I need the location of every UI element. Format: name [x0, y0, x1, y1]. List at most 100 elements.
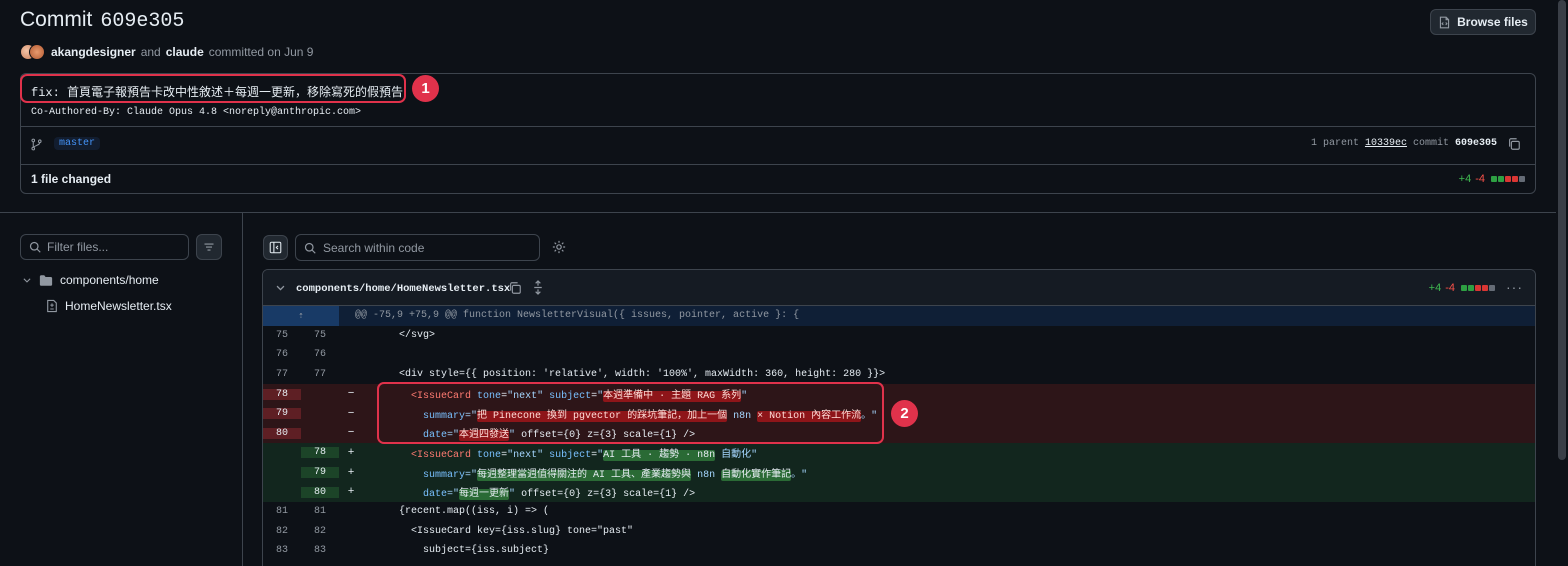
- filter-icon: [204, 243, 214, 251]
- coauthor-link[interactable]: claude: [166, 45, 204, 59]
- code-attr: date: [423, 489, 448, 501]
- file-diff-icon: [47, 299, 57, 313]
- new-line-number[interactable]: 81: [301, 506, 339, 518]
- commit-sha: 609e305: [1454, 138, 1497, 149]
- old-line-number[interactable]: 80: [263, 427, 301, 439]
- hunk-text: @@ -75,9 +75,9 @@ function NewsletterVis…: [355, 310, 800, 322]
- chevron-down-icon: [23, 278, 31, 283]
- divider: [242, 213, 243, 566]
- diff-line: 81 81 {recent.map((iss, i) => (: [263, 502, 1535, 522]
- old-line-number[interactable]: 77: [263, 369, 301, 381]
- new-line-number[interactable]: 82: [301, 525, 339, 537]
- commit-page: Commit 609e305 Browse files akangdesigne…: [0, 0, 1568, 566]
- diffstat-blocks: [1461, 285, 1495, 291]
- new-line-number[interactable]: 79: [301, 467, 339, 479]
- old-line-number[interactable]: 79: [263, 408, 301, 420]
- sidebar-collapse-icon: [269, 241, 282, 254]
- parent-info: 1 parent 10339ec commit 609e305: [1311, 138, 1497, 149]
- commit-word: commit: [1412, 138, 1449, 149]
- toggle-file-tree-button[interactable]: [263, 235, 288, 260]
- diffstat-block: [1482, 285, 1488, 291]
- hunk-header: ⇡ @@ -75,9 +75,9 @@ function NewsletterV…: [263, 306, 1535, 326]
- diffstat-block: [1512, 176, 1518, 182]
- old-line-number[interactable]: 75: [263, 329, 301, 341]
- diff-stat: +4 -4: [1459, 173, 1525, 185]
- code-string: =": [465, 469, 478, 481]
- avatar-group[interactable]: [20, 44, 46, 60]
- code-attr: subject: [549, 449, 592, 461]
- copy-icon[interactable]: [508, 281, 522, 295]
- git-branch-icon: [31, 138, 42, 151]
- kebab-menu-icon[interactable]: ···: [1506, 279, 1523, 295]
- added-line: 79 + summary="每週整理當週值得關注的 AI 工具、產業趨勢與 n8…: [263, 462, 1535, 483]
- new-line-number[interactable]: 77: [301, 369, 339, 381]
- added-line: 78 + <IssueCard tone="next" subject="AI …: [263, 443, 1535, 463]
- diffstat-block: [1498, 176, 1504, 182]
- changed-text: 每週整理當週值得關注的 AI 工具、產業趨勢與: [477, 469, 692, 481]
- search-code-input[interactable]: Search within code: [295, 234, 540, 261]
- diffstat-block: [1491, 176, 1497, 182]
- chevron-down-icon[interactable]: [275, 282, 286, 293]
- changed-text: 每週一更新: [459, 489, 510, 501]
- old-line-number[interactable]: 81: [263, 506, 301, 518]
- new-line-number[interactable]: 80: [301, 486, 339, 498]
- new-line-number[interactable]: 75: [301, 329, 339, 341]
- title-sha: 609e305: [100, 10, 185, 33]
- tree-folder-components-home[interactable]: components/home: [22, 273, 159, 287]
- file-path[interactable]: components/home/HomeNewsletter.tsx: [296, 283, 510, 295]
- deletions-count: -4: [1475, 173, 1485, 185]
- code-rest: offset={0} z={3} scale={1} />: [515, 489, 696, 501]
- old-line-number[interactable]: 78: [263, 388, 301, 400]
- diff-line: 82 82 <IssueCard key={iss.slug} tone="pa…: [263, 522, 1535, 542]
- additions-count: +4: [1428, 282, 1442, 294]
- line-marker: +: [347, 486, 355, 499]
- diffstat-block: [1489, 285, 1495, 291]
- code-text: <div style={{ position: 'relative', widt…: [363, 369, 886, 381]
- tree-file-homenewsletter[interactable]: HomeNewsletter.tsx: [46, 299, 172, 313]
- search-icon: [29, 241, 41, 253]
- browse-files-button[interactable]: Browse files: [1430, 9, 1536, 35]
- code-text: <IssueCard tone="next" subject="AI 工具 · …: [411, 449, 758, 461]
- line-marker: −: [347, 427, 355, 440]
- page-title: Commit 609e305: [20, 8, 184, 33]
- branch-label[interactable]: master: [54, 137, 101, 150]
- page-scrollbar[interactable]: [1558, 0, 1566, 460]
- changed-text: AI 工具 · 趨勢 · n8n: [603, 449, 716, 461]
- additions-count: +4: [1458, 173, 1472, 185]
- added-line: 80 + date="每週一更新" offset={0} z={3} scale…: [263, 482, 1535, 502]
- annotation-box-2: [377, 382, 884, 444]
- new-line-number[interactable]: 76: [301, 349, 339, 361]
- diff-line: 83 83 subject={iss.subject}: [263, 541, 1535, 561]
- code-text: summary="每週整理當週值得關注的 AI 工具、產業趨勢與 n8n 自動化…: [363, 465, 807, 481]
- divider: [21, 126, 1535, 127]
- code-text: </svg>: [363, 329, 436, 341]
- code-string: "next": [507, 449, 544, 461]
- avatar[interactable]: [29, 44, 45, 60]
- diffstat-block: [1468, 285, 1474, 291]
- unfold-icon[interactable]: [532, 280, 544, 295]
- new-line-number[interactable]: 78: [301, 447, 339, 459]
- filter-files-input[interactable]: Filter files...: [20, 234, 189, 260]
- code-string: 。": [791, 469, 808, 481]
- gear-icon[interactable]: [552, 240, 566, 254]
- old-line-number[interactable]: 83: [263, 545, 301, 557]
- line-marker: −: [347, 407, 355, 420]
- changed-text: 自動化實作筆記: [721, 469, 792, 481]
- code-string: 自動化": [715, 449, 758, 461]
- filter-options-button[interactable]: [196, 234, 222, 260]
- file-diff-header: components/home/HomeNewsletter.tsx +4 -4…: [263, 270, 1535, 306]
- code-text: {recent.map((iss, i) => (: [363, 506, 550, 518]
- folder-label: components/home: [60, 273, 159, 287]
- author-link[interactable]: akangdesigner: [51, 45, 136, 59]
- old-line-number[interactable]: 82: [263, 525, 301, 537]
- new-line-number[interactable]: 83: [301, 545, 339, 557]
- divider: [21, 164, 1535, 165]
- copy-icon[interactable]: [1507, 137, 1521, 151]
- diff-line: 75 75 </svg>: [263, 326, 1535, 346]
- old-line-number[interactable]: 76: [263, 349, 301, 361]
- parent-hash-link[interactable]: 10339ec: [1365, 138, 1407, 149]
- file-diff-stat: +4 -4: [1429, 282, 1495, 294]
- expand-up-icon[interactable]: ⇡: [263, 306, 339, 326]
- diffstat-blocks: [1491, 176, 1525, 182]
- annotation-badge-2: 2: [891, 400, 918, 427]
